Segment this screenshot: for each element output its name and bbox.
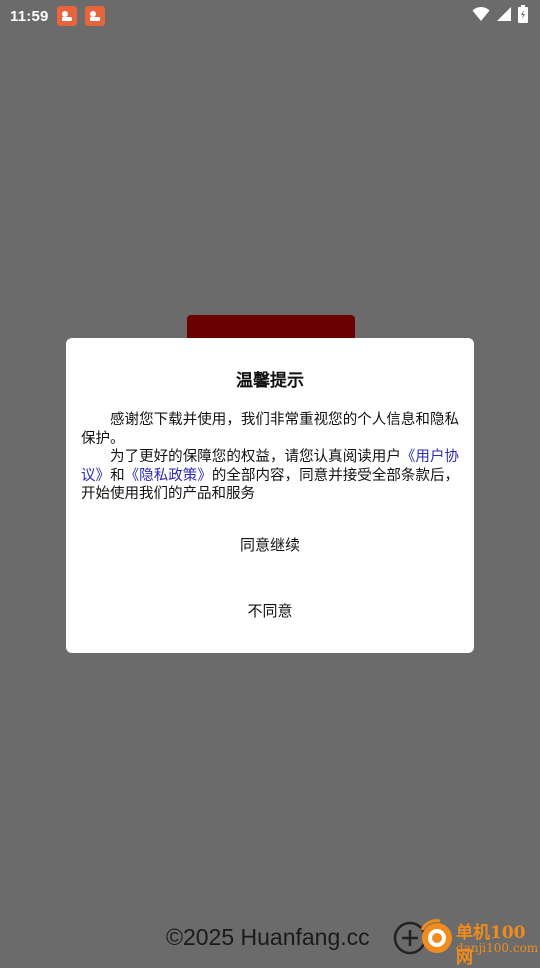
cell-signal-icon [496, 6, 512, 26]
disagree-button[interactable]: 不同意 [66, 594, 474, 626]
and-text: 和 [110, 467, 125, 484]
status-bar: 11:59 [0, 0, 540, 32]
wifi-icon [472, 6, 490, 26]
para2-prefix: 为了更好的保障您的权益，请您认真阅读用户 [110, 449, 401, 465]
watermark-logo-icon [418, 918, 456, 956]
dialog-body: 感谢您下载并使用，我们非常重视您的个人信息和隐私保护。 为了更好的保障您的权益，… [81, 411, 459, 504]
dialog-title: 温馨提示 [236, 371, 304, 391]
privacy-policy-link[interactable]: 《隐私政策》 [125, 468, 212, 484]
battery-icon [518, 5, 528, 27]
app-notification-icon [56, 6, 77, 26]
agree-button[interactable]: 同意继续 [66, 528, 474, 560]
watermark-subtitle: danji100.com [456, 941, 539, 955]
dialog-paragraph-2: 为了更好的保障您的权益，请您认真阅读用户《用户协议》和《隐私政策》的全部内容，同… [81, 448, 459, 504]
status-left: 11:59 [10, 6, 105, 26]
status-time: 11:59 [10, 7, 49, 25]
dialog-paragraph-1: 感谢您下载并使用，我们非常重视您的个人信息和隐私保护。 [81, 412, 459, 447]
copyright-text: ©2025 Huanfang.cc [166, 924, 370, 950]
status-right [472, 5, 528, 27]
app-notification-icon [84, 6, 105, 26]
privacy-dialog: 温馨提示 感谢您下载并使用，我们非常重视您的个人信息和隐私保护。 为了更好的保障… [66, 338, 474, 653]
